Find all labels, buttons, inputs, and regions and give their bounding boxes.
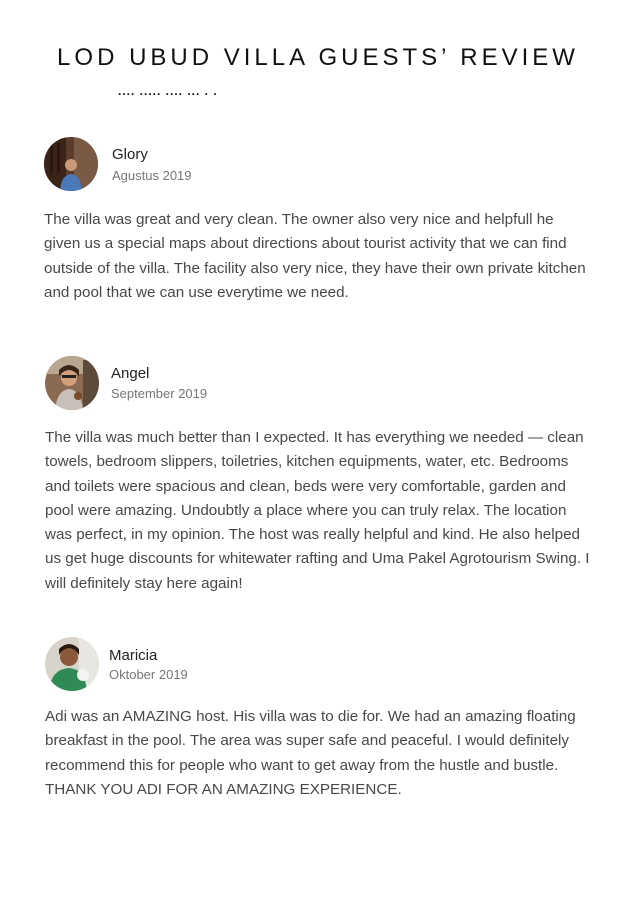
- reviewer-name: Glory: [112, 146, 148, 163]
- review-date: Agustus 2019: [112, 168, 192, 183]
- review-text: The villa was great and very clean. The …: [44, 211, 586, 301]
- review-date: Oktober 2019: [109, 667, 188, 682]
- avatar: [45, 637, 99, 691]
- review-text: The villa was much better than I expecte…: [45, 429, 590, 592]
- review-card: Glory Agustus 2019 The villa was great a…: [44, 137, 594, 301]
- review-text: Adi was an AMAZING host. His villa was t…: [45, 708, 576, 798]
- review-card: Maricia Oktober 2019 Adi was an AMAZING …: [45, 637, 595, 798]
- reviewer-name: Angel: [111, 365, 150, 382]
- decorative-dots: .... ..... .... ... . .: [118, 84, 218, 98]
- review-date: September 2019: [111, 386, 208, 401]
- review-header: Maricia Oktober 2019: [45, 637, 595, 697]
- avatar: [45, 356, 99, 410]
- review-card: Angel September 2019 The villa was much …: [45, 356, 595, 592]
- review-header: Glory Agustus 2019: [44, 137, 594, 197]
- reviewer-name: Maricia: [109, 647, 158, 664]
- page-title: LOD UBUD VILLA GUESTS’ REVIEW: [57, 44, 579, 71]
- avatar: [44, 137, 98, 191]
- review-header: Angel September 2019: [45, 356, 595, 416]
